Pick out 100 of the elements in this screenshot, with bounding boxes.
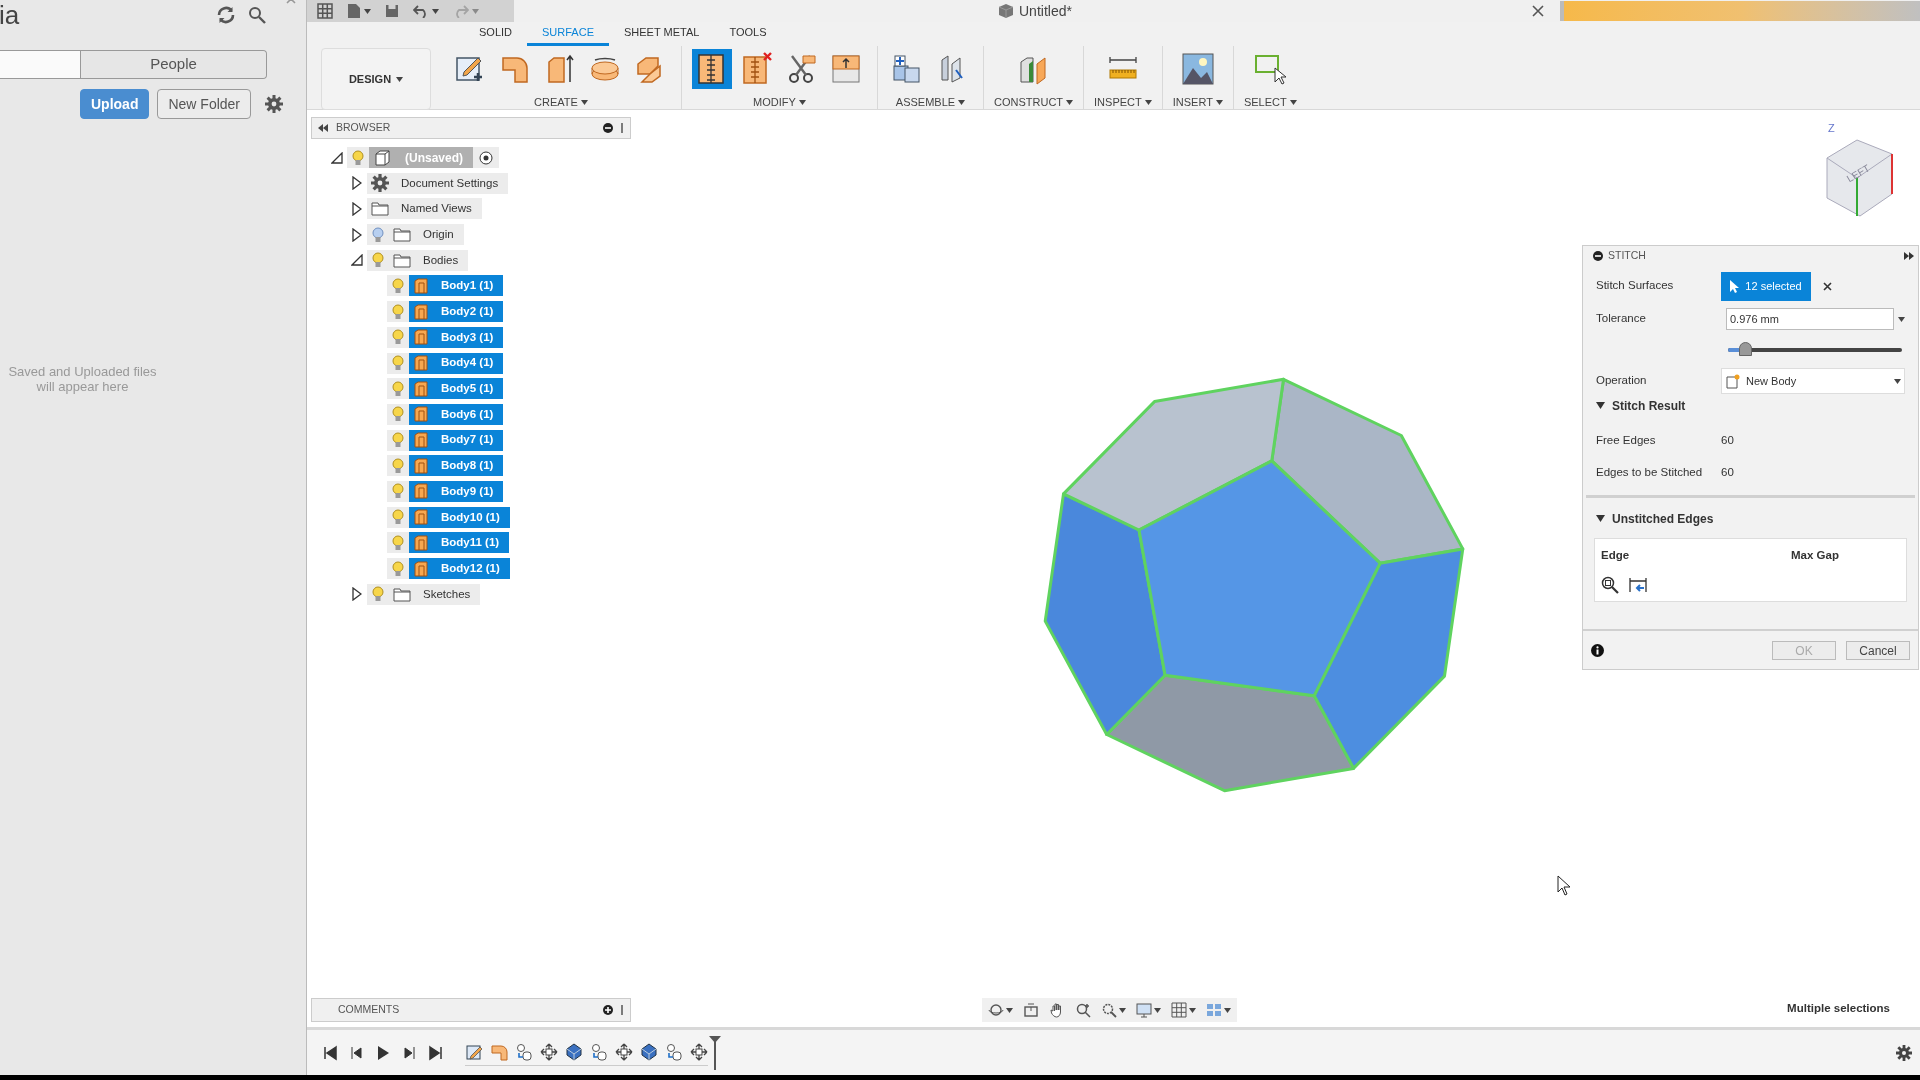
tree-item[interactable]: Named Views <box>367 198 482 220</box>
lightbulb-icon <box>352 149 364 166</box>
body-icon <box>413 329 429 346</box>
collapse-panel-button[interactable] <box>318 124 328 132</box>
tree-toggle[interactable] <box>352 587 362 602</box>
tree-item[interactable]: Body1 (1) <box>409 275 504 297</box>
selection-button[interactable]: 12 selected <box>1721 271 1811 301</box>
caret-icon <box>1144 99 1152 105</box>
align-feature-button[interactable] <box>515 1043 533 1061</box>
undo-button[interactable] <box>413 4 439 18</box>
save-button[interactable] <box>385 4 399 18</box>
grid-button[interactable] <box>1171 1002 1196 1018</box>
tree-item-label: Document Settings <box>401 175 499 191</box>
tree-item[interactable]: Body12 (1) <box>409 558 510 579</box>
group-menu-button[interactable]: SELECT <box>1243 94 1297 111</box>
view-cube[interactable] <box>1826 139 1893 217</box>
move-feature-button[interactable] <box>615 1043 633 1061</box>
tree-item[interactable]: Body6 (1) <box>409 403 504 425</box>
folder-icon <box>393 586 411 602</box>
tree-item[interactable]: Body4 (1) <box>409 352 504 374</box>
tolerance-slider[interactable] <box>1728 342 1902 358</box>
workspace-menu-button[interactable]: DESIGN <box>321 48 431 110</box>
surface-feature-button[interactable] <box>490 1043 508 1061</box>
group-menu-button[interactable]: MODIFY <box>753 94 806 111</box>
skip-to-start-button[interactable] <box>323 1044 339 1061</box>
expand-arrow-icon <box>352 201 362 216</box>
sketch-feature-button[interactable] <box>465 1043 483 1061</box>
tree-toggle[interactable] <box>352 227 362 242</box>
skip-to-end-button[interactable] <box>427 1044 443 1061</box>
pattern-feature-button[interactable] <box>640 1043 658 1061</box>
clear-selection-button[interactable] <box>1823 281 1832 291</box>
lightbulb-icon <box>392 509 404 526</box>
zoom-to-edge-button[interactable] <box>1601 576 1619 595</box>
collapse-triangle-icon <box>1596 402 1605 410</box>
step-forward-button[interactable] <box>401 1044 417 1061</box>
tree-toggle[interactable] <box>352 176 362 191</box>
section-header[interactable]: Stitch Result <box>1596 397 1905 415</box>
minus-circle-icon <box>603 123 613 133</box>
tree-item[interactable]: Body10 (1) <box>409 506 510 528</box>
search-button[interactable] <box>248 6 266 24</box>
group-menu-button[interactable]: ASSEMBLE <box>895 94 966 111</box>
tree-toggle[interactable] <box>351 254 363 267</box>
refresh-button[interactable] <box>216 5 236 25</box>
workspace-tab[interactable]: SOLID <box>464 22 527 46</box>
stitch-tool-button[interactable] <box>692 49 732 89</box>
tree-item[interactable]: Body2 (1) <box>409 301 504 323</box>
lightbulb-icon <box>392 380 404 397</box>
align-feature-button[interactable] <box>590 1043 608 1061</box>
pattern-feature-button[interactable] <box>565 1043 583 1061</box>
column-header: Edge <box>1601 548 1631 563</box>
tree-item[interactable]: Body5 (1) <box>409 378 504 400</box>
operation-dropdown[interactable]: New Body <box>1721 368 1905 394</box>
tree-toggle[interactable] <box>331 151 343 164</box>
group-menu-button[interactable]: INSERT <box>1172 94 1223 111</box>
zoom-window-button[interactable] <box>1101 1002 1126 1018</box>
workspace-tab[interactable]: SURFACE <box>527 22 609 46</box>
document-title: Untitled* <box>1019 1 1072 21</box>
field-label: Edges to be Stitched <box>1596 465 1704 481</box>
move-feature-button[interactable] <box>540 1043 558 1061</box>
orbit-button[interactable] <box>988 1002 1013 1018</box>
zoom-button[interactable] <box>1075 1002 1091 1018</box>
tree-item[interactable]: Body8 (1) <box>409 455 504 477</box>
collapse-arrow-icon <box>331 151 343 164</box>
look-at-button[interactable] <box>1023 1002 1039 1018</box>
workspace-tab[interactable]: SHEET METAL <box>609 22 715 46</box>
files-tab[interactable]: People <box>80 51 266 78</box>
settings-button[interactable] <box>265 95 284 113</box>
slider-thumb[interactable] <box>1739 342 1753 356</box>
close-document-button[interactable] <box>1532 5 1544 17</box>
collapse-triangle-icon <box>1596 515 1605 523</box>
cursor-icon <box>1730 279 1740 293</box>
radio-target-icon <box>479 150 493 165</box>
add-comment-button[interactable] <box>603 1005 613 1015</box>
viewports-button[interactable] <box>1206 1002 1231 1018</box>
play-button[interactable] <box>375 1044 391 1061</box>
align-feature-button[interactable] <box>665 1043 683 1061</box>
step-back-button[interactable] <box>349 1044 365 1061</box>
measure-gap-button[interactable] <box>1629 576 1647 595</box>
file-button[interactable] <box>347 3 371 19</box>
tree-item[interactable]: Document Settings <box>367 172 509 194</box>
workspace-tab[interactable]: TOOLS <box>714 22 782 46</box>
monitor-button[interactable] <box>1136 1002 1161 1018</box>
tolerance-field[interactable]: 0.976 mm <box>1726 308 1894 330</box>
tree-item[interactable]: Body3 (1) <box>409 326 504 348</box>
group-menu-button[interactable]: CONSTRUCT <box>994 94 1074 111</box>
timeline-settings-button[interactable] <box>1896 1044 1912 1061</box>
selection-box-icon <box>1253 52 1288 86</box>
tree-item[interactable]: Body7 (1) <box>409 429 504 451</box>
group-menu-button[interactable]: CREATE <box>534 94 588 111</box>
group-menu-button[interactable]: INSPECT <box>1094 94 1152 111</box>
tree-item[interactable]: Body9 (1) <box>409 480 504 502</box>
new-folder-button[interactable]: New Folder <box>157 89 252 119</box>
body-icon <box>413 380 429 397</box>
section-header[interactable]: Unstitched Edges <box>1596 510 1905 528</box>
move-feature-button[interactable] <box>690 1043 708 1061</box>
folder-icon <box>393 227 411 243</box>
tree-toggle[interactable] <box>352 201 362 216</box>
cancel-button[interactable]: Cancel <box>1846 640 1910 660</box>
grid-button[interactable] <box>317 3 333 19</box>
tree-item[interactable]: Body11 (1) <box>409 532 510 554</box>
